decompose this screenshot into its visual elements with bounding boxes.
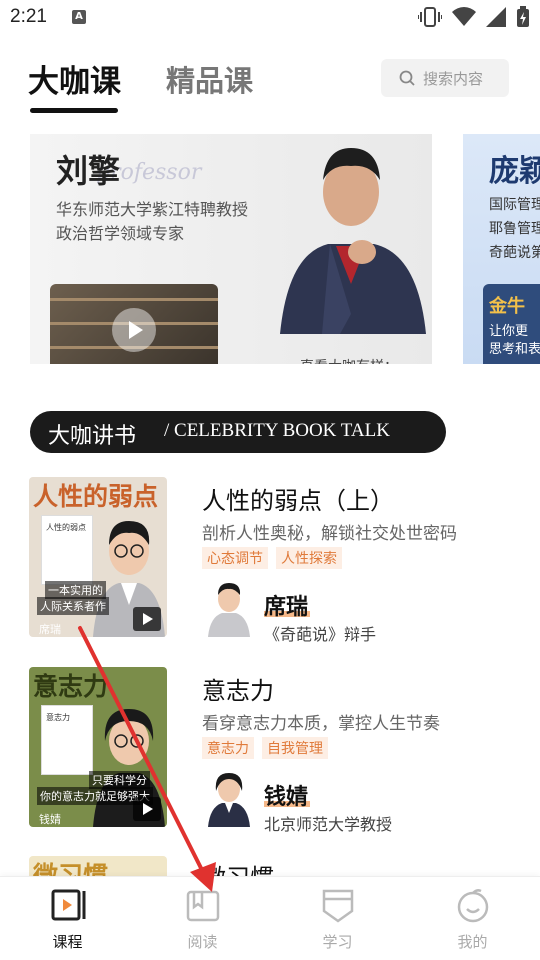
book-description: 看穿意志力本质，掌控人生节奏 <box>202 714 440 734</box>
search-icon <box>399 70 415 86</box>
nav-item-course[interactable]: 课程 <box>0 877 135 960</box>
tab-premium-course[interactable]: 精品课 <box>166 58 253 100</box>
cover-book-text: 意志力 <box>46 713 70 722</box>
book-author: 钱婧 <box>264 785 309 810</box>
book-author-role: 北京师范大学教授 <box>264 815 393 834</box>
battery-icon <box>517 6 529 27</box>
status-time: 2:21 <box>10 6 47 27</box>
book-tags: 意志力 自我管理 <box>202 737 328 759</box>
book-item[interactable]: 意志力 意志力 只要科学分 你的意志力就足够强大 钱婧 意志力 看穿意志力本质，… <box>0 667 540 837</box>
active-tab-indicator <box>30 108 118 113</box>
section-title-cn: 大咖讲书 <box>48 424 137 449</box>
section-title-book-talk: 大咖讲书 / CELEBRITY BOOK TALK <box>30 411 446 453</box>
book-tags: 心态调节 人性探索 <box>202 547 342 569</box>
banner-lecturer-field: 政治哲学领域专家 <box>56 224 185 243</box>
banner-next-thumb-line: 思考和表 <box>489 342 540 357</box>
book-title[interactable]: 微习惯 <box>202 858 274 878</box>
banner-next-name: 庞颖 <box>489 154 540 189</box>
nav-item-study[interactable]: 学习 <box>270 877 405 960</box>
bookmark-shield-icon <box>322 889 354 923</box>
banner-next-thumbnail[interactable]: 金牛 让你更 思考和表 <box>483 284 540 364</box>
banner-lecturer-name: 刘擎 <box>56 152 121 190</box>
banner-next-line: 国际管理 <box>489 197 540 213</box>
notification-icon: A <box>72 10 86 24</box>
book-title: 意志力 <box>202 677 274 705</box>
book-tag: 自我管理 <box>262 737 328 759</box>
author-avatar <box>208 583 250 637</box>
section-title-en: / CELEBRITY BOOK TALK <box>164 420 390 441</box>
bottom-nav: 课程 阅读 学习 我的 <box>0 876 540 960</box>
play-icon[interactable] <box>112 308 156 352</box>
banner-next-line: 奇葩说第 <box>489 245 540 261</box>
lecturer-portrait <box>280 148 426 334</box>
banner-card-next[interactable]: 庞颖 国际管理 耶鲁管理 奇葩说第 金牛 让你更 思考和表 <box>463 134 540 364</box>
book-cover[interactable]: 人性的弱点 人性的弱点 一本实用的 人际关系者作 席瑞 <box>29 477 167 637</box>
book-author-role: 《奇葩说》辩手 <box>264 625 377 644</box>
nav-label: 课程 <box>52 933 83 951</box>
book-icon <box>186 890 220 922</box>
wifi-icon <box>452 7 476 27</box>
book-cover[interactable]: 意志力 意志力 只要科学分 你的意志力就足够强大 钱婧 <box>29 667 167 827</box>
profile-icon <box>457 889 489 923</box>
nav-label: 阅读 <box>187 933 218 951</box>
banner-lecturer-title: 华东师范大学紫江特聘教授 <box>56 200 249 219</box>
cover-book-image: 人性的弱点 <box>41 515 93 585</box>
course-icon <box>51 889 86 921</box>
cover-book-image: 意志力 <box>41 705 93 775</box>
search-placeholder: 搜索内容 <box>423 70 484 88</box>
cover-slogan: 人际关系者作 <box>37 597 109 615</box>
nav-label: 我的 <box>457 933 488 951</box>
status-icons <box>418 6 530 28</box>
book-item[interactable]: 人性的弱点 人性的弱点 一本实用的 人际关系者作 席瑞 人性的弱点（上） 剖析人… <box>0 477 540 647</box>
tab-celebrity-course[interactable]: 大咖课 <box>28 56 121 101</box>
book-tag: 心态调节 <box>202 547 268 569</box>
book-author: 席瑞 <box>264 595 309 620</box>
shelf-decoration <box>50 298 218 301</box>
cover-author: 钱婧 <box>39 813 61 826</box>
book-tag: 人性探索 <box>276 547 342 569</box>
book-title: 人性的弱点（上） <box>202 487 394 515</box>
play-icon[interactable] <box>133 607 161 631</box>
banner-next-thumb-line: 让你更 <box>489 324 529 339</box>
nav-label: 学习 <box>322 933 353 951</box>
status-bar: 2:21 A <box>0 0 540 36</box>
search-input[interactable]: 搜索内容 <box>381 59 509 97</box>
nav-item-reading[interactable]: 阅读 <box>135 877 270 960</box>
author-avatar <box>208 773 250 827</box>
book-description: 剖析人性奥秘，解锁社交处世密码 <box>202 524 457 544</box>
vibrate-icon <box>418 7 442 27</box>
nav-item-me[interactable]: 我的 <box>405 877 540 960</box>
play-icon[interactable] <box>133 797 161 821</box>
banner-caption: 直看大咖有样： <box>300 356 398 364</box>
banner-card-main[interactable]: professor 刘擎 华东师范大学紫江特聘教授 政治哲学领域专家 直看大咖有… <box>30 134 432 364</box>
banner-next-line: 耶鲁管理 <box>489 221 540 237</box>
cover-author: 席瑞 <box>39 623 61 636</box>
signal-icon <box>486 7 506 27</box>
book-tag: 意志力 <box>202 737 254 759</box>
cover-book-text: 人性的弱点 <box>46 523 86 532</box>
banner-video-thumbnail[interactable] <box>50 284 218 364</box>
banner-next-thumb-title: 金牛 <box>489 296 525 317</box>
